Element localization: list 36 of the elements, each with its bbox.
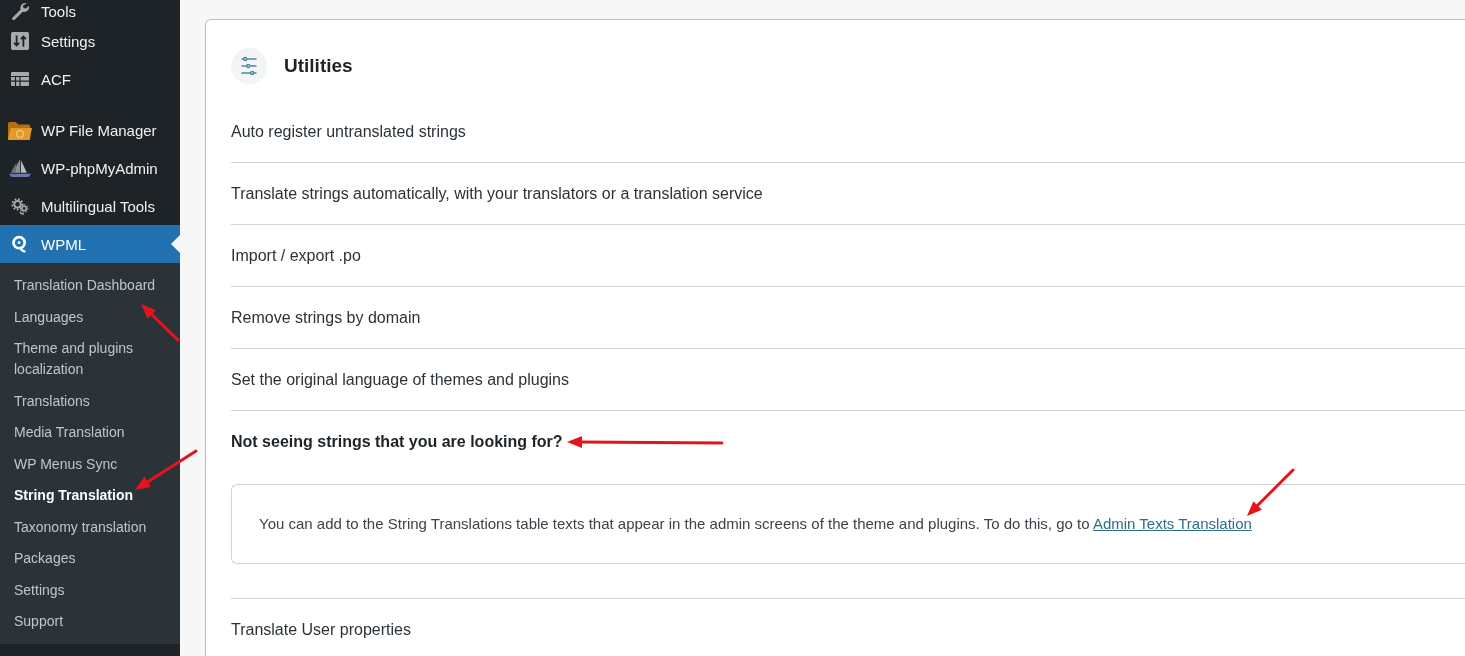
submenu-item[interactable]: Settings [0, 574, 180, 606]
sidebar-item[interactable]: ACF [0, 60, 180, 98]
submenu-item[interactable]: Packages [0, 543, 180, 575]
settings-icon [11, 32, 29, 50]
section-title[interactable]: Translate User properties [231, 620, 411, 639]
card-title: Utilities [284, 55, 353, 77]
submenu-item[interactable]: Translations [0, 385, 180, 417]
section-title[interactable]: Set the original language of themes and plugins [231, 370, 569, 389]
sidebar-item[interactable]: WP-phpMyAdmin [0, 149, 180, 187]
sidebar-item[interactable]: WP File Manager [0, 111, 180, 149]
submenu-item[interactable]: Languages [0, 301, 180, 333]
submenu-item[interactable]: Support [0, 606, 180, 638]
submenu-item[interactable]: Theme and plugins localization [0, 333, 180, 386]
submenu-item[interactable]: Media Translation [0, 417, 180, 449]
section-title[interactable]: Import / export .po [231, 246, 361, 265]
section-title[interactable]: Remove strings by domain [231, 308, 421, 327]
sidebar-item[interactable]: Tools [0, 0, 180, 22]
section-title[interactable]: Auto register untranslated strings [231, 122, 466, 141]
sidebar-item[interactable]: Settings [0, 22, 180, 60]
submenu-item[interactable]: String Translation [0, 480, 180, 512]
notice-text: You can add to the String Translations table texts that appear in the admin screens of the theme and plugins. To do this, go to Admin Texts Translation [259, 514, 1253, 534]
sailboat-icon [8, 157, 32, 179]
speech-bubble-icon [11, 235, 29, 253]
sliders-icon [231, 48, 267, 84]
section-title[interactable]: Translate strings automatically, with your translators or a translation service [231, 184, 763, 203]
text-link[interactable]: Admin Texts Translation [1092, 515, 1252, 532]
folder-icon [8, 119, 32, 141]
gears-icon [11, 197, 29, 215]
submenu-item[interactable]: Taxonomy translation [0, 511, 180, 543]
sidebar-item[interactable]: Multilingual Tools [0, 187, 180, 225]
submenu-item[interactable]: Translation Dashboard [0, 270, 180, 302]
sidebar-item[interactable]: WPML [0, 225, 180, 263]
submenu-item[interactable]: WP Menus Sync [0, 448, 180, 480]
table-icon [11, 70, 29, 88]
wrench-icon [11, 2, 29, 20]
section-title[interactable]: Not seeing strings that you are looking for? [231, 432, 563, 451]
